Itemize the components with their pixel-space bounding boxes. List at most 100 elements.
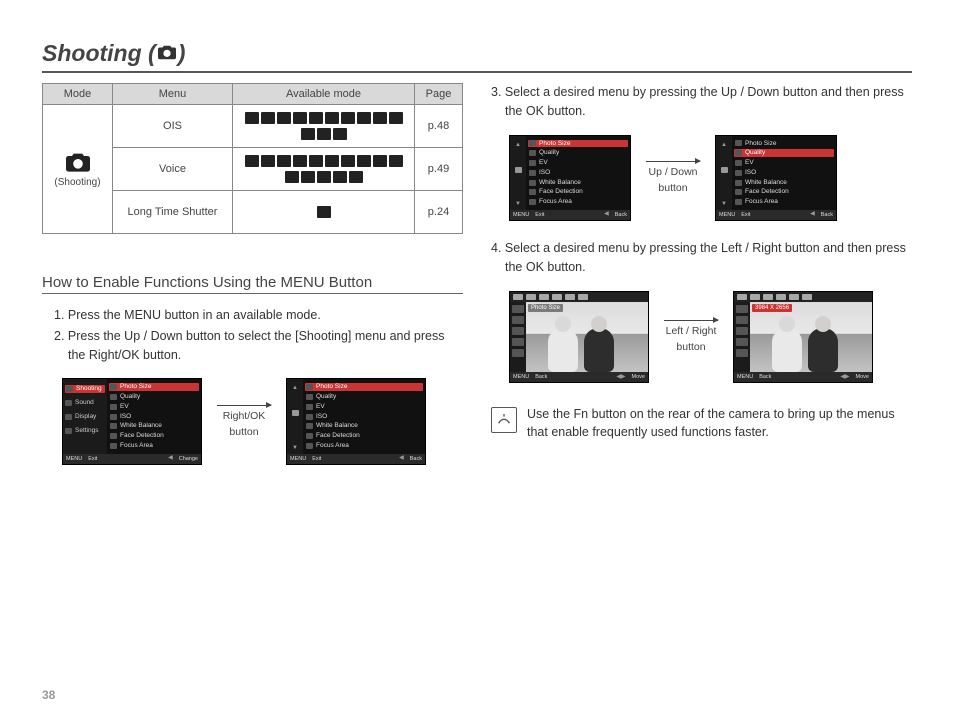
lcd-right-item: ISO	[734, 169, 834, 177]
mode-badge-icon	[317, 171, 331, 183]
arrow3-l1: Up / Down	[648, 166, 697, 178]
footer-menu-label: MENU	[290, 456, 306, 463]
modes-table: Mode Menu Available mode Page (Shooting)…	[42, 83, 463, 234]
camera-small-icon	[721, 167, 728, 173]
footer-change: Change	[179, 456, 198, 463]
cell-modes-0	[233, 105, 415, 148]
camera-small-icon	[292, 410, 299, 416]
mode-cell: (Shooting)	[43, 105, 113, 234]
lcd-left-item: Display	[65, 413, 105, 421]
mode-badge-icon	[277, 112, 291, 124]
camera-icon	[156, 40, 178, 67]
lcd-right-item: Focus Area	[734, 198, 834, 206]
mode-badge-icon	[357, 112, 371, 124]
step-2: 2. Press the Up / Down button to select …	[54, 327, 463, 365]
chevron-down-icon: ▼	[515, 201, 521, 208]
arrow-label-1: Right/OK	[223, 410, 266, 422]
note-icon	[491, 407, 517, 433]
lcd-left-item: Sound	[65, 399, 105, 407]
mode-badge-icon	[317, 128, 331, 140]
lcd-left-item: Settings	[65, 427, 105, 435]
footer-menu-label: MENU	[66, 456, 82, 463]
mode-badge-icon	[341, 112, 355, 124]
mode-badge-icon	[373, 155, 387, 167]
th-available: Available mode	[233, 84, 415, 105]
mode-badge-icon	[293, 112, 307, 124]
step4-screens: Photo Size MENU Back ◀▶ Move Left / Rig	[509, 291, 912, 383]
footer-menu-label: MENU	[513, 212, 529, 219]
th-menu: Menu	[113, 84, 233, 105]
mode-badge-icon	[245, 112, 259, 124]
footer-menu-label: MENU	[719, 212, 735, 219]
left-steps: 1. Press the MENU button in an available…	[42, 306, 463, 364]
arrow3-l2: button	[658, 182, 687, 194]
left-column: Mode Menu Available mode Page (Shooting)…	[42, 83, 463, 469]
page-title-row: Shooting ( )	[42, 40, 912, 73]
step-1: 1. Press the MENU button in an available…	[54, 306, 463, 325]
note-callout: Use the Fn button on the rear of the cam…	[491, 405, 912, 441]
mode-badge-icon	[389, 155, 403, 167]
chevron-up-icon: ▲	[515, 142, 521, 149]
footer-exit: Exit	[535, 212, 544, 219]
footer-back: Back	[821, 212, 833, 219]
step-3: 3. Select a desired menu by pressing the…	[491, 83, 912, 121]
footer-back: Back	[615, 212, 627, 219]
mode-badge-icon	[333, 128, 347, 140]
chevron-left-right-icon: ◀▶	[840, 373, 849, 380]
lcd-right-item: White Balance	[109, 422, 199, 430]
lcd-step3-b: ▲ ▼ Photo SizeQualityEVISOWhite BalanceF…	[715, 135, 837, 222]
mode-badge-icon	[245, 155, 259, 167]
lcd-right-item: Focus Area	[305, 442, 423, 450]
lcd-right-item: EV	[109, 403, 199, 411]
chevron-left-right-icon: ◀▶	[616, 373, 625, 380]
lcd-right-item: ISO	[109, 413, 199, 421]
lcd-right-item: EV	[305, 403, 423, 411]
table-header-row: Mode Menu Available mode Page	[43, 84, 463, 105]
mode-badge-icon	[301, 128, 315, 140]
arrow4-l2: button	[676, 341, 705, 353]
chevron-up-icon: ▲	[721, 142, 727, 149]
lcd-right-item: Face Detection	[528, 188, 628, 196]
cell-page-2: p.24	[415, 191, 463, 234]
cell-modes-2	[233, 191, 415, 234]
mode-badge-icon	[325, 155, 339, 167]
footer-move: Move	[632, 374, 645, 380]
chevron-left-icon: ◀	[168, 455, 173, 462]
lcd-right-item: White Balance	[734, 179, 834, 187]
lcd4b-label: 3984 X 2656	[752, 304, 792, 312]
page-title: Shooting ( )	[42, 40, 185, 67]
lcd-right-item: EV	[528, 159, 628, 167]
lcd-right-item: Focus Area	[109, 442, 199, 450]
mode-badge-icon	[261, 112, 275, 124]
cell-page-0: p.48	[415, 105, 463, 148]
cell-page-1: p.49	[415, 148, 463, 191]
right-column: 3. Select a desired menu by pressing the…	[491, 83, 912, 469]
arrow-leftright: Left / Right button	[657, 320, 725, 353]
lcd-menu-shooting: ShootingSoundDisplaySettings Photo SizeQ…	[62, 378, 202, 465]
mode-badge-icon	[349, 171, 363, 183]
chevron-down-icon: ▼	[292, 445, 298, 452]
lcd-step4-a: Photo Size MENU Back ◀▶ Move	[509, 291, 649, 383]
lcd-right-item: Quality	[109, 393, 199, 401]
mode-badge-icon	[317, 206, 331, 218]
mode-badge-icon	[277, 155, 291, 167]
cell-modes-1	[233, 148, 415, 191]
chevron-down-icon: ▼	[721, 201, 727, 208]
lcd-right-item: Face Detection	[734, 188, 834, 196]
cell-menu-0: OIS	[113, 105, 233, 148]
note-text: Use the Fn button on the rear of the cam…	[527, 405, 912, 441]
step2-screens: ShootingSoundDisplaySettings Photo SizeQ…	[62, 378, 463, 465]
chevron-up-icon: ▲	[292, 385, 298, 392]
mode-label: (Shooting)	[47, 177, 108, 188]
lcd-step3-a: ▲ ▼ Photo SizeQualityEVISOWhite BalanceF…	[509, 135, 631, 222]
chevron-left-icon: ◀	[810, 211, 815, 218]
lcd-right-item: Focus Area	[528, 198, 628, 206]
lcd-right-item: Photo Size	[528, 140, 628, 148]
mode-badge-icon	[333, 171, 347, 183]
footer-back: Back	[410, 456, 422, 463]
th-mode: Mode	[43, 84, 113, 105]
lcd-right-item: EV	[734, 159, 834, 167]
mode-badge-icon	[309, 155, 323, 167]
mode-badge-icon	[301, 171, 315, 183]
step-4: 4. Select a desired menu by pressing the…	[491, 239, 912, 277]
